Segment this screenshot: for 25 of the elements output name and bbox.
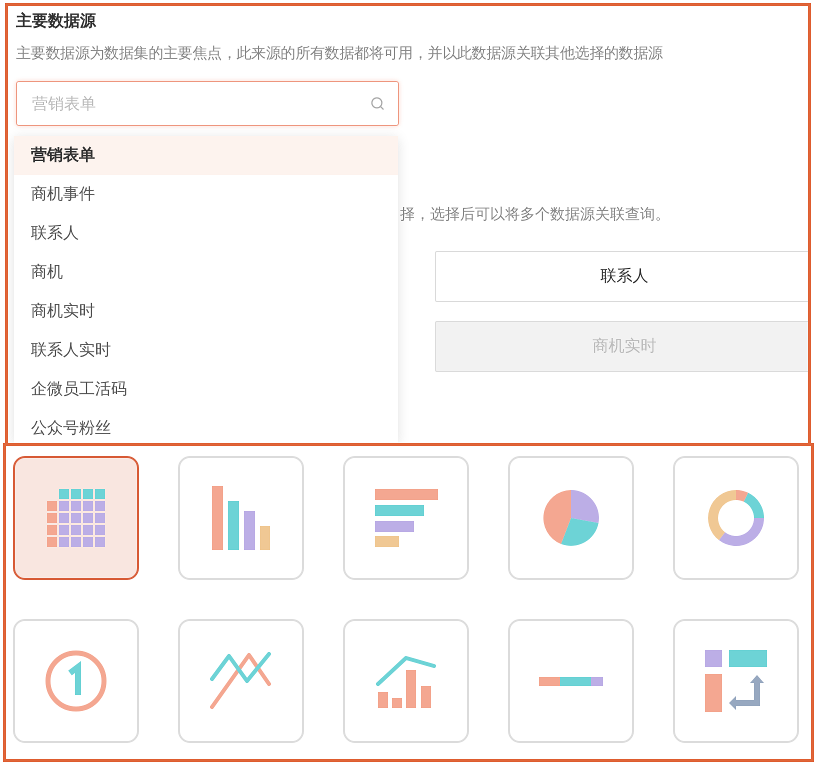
bar-chart-icon bbox=[374, 489, 438, 547]
pivot-table-icon bbox=[705, 650, 767, 712]
dropdown-item[interactable]: 营销表单 bbox=[14, 136, 398, 175]
dropdown-item[interactable]: 商机实时 bbox=[14, 292, 398, 331]
combo-chart-icon bbox=[376, 654, 436, 708]
table-icon bbox=[47, 489, 105, 547]
dropdown-item[interactable]: 商机 bbox=[14, 253, 398, 292]
search-field[interactable]: 营销表单 bbox=[16, 81, 399, 126]
source-option[interactable]: 联系人 bbox=[435, 251, 808, 302]
related-description: 择，选择后可以将多个数据源关联查询。 bbox=[399, 205, 671, 224]
donut-chart-icon bbox=[708, 490, 764, 546]
section-title: 主要数据源 bbox=[16, 10, 98, 32]
number-circle-icon bbox=[45, 650, 107, 712]
dropdown-item[interactable]: 公众号粉丝 bbox=[14, 409, 398, 443]
progress-bar-icon bbox=[539, 676, 603, 686]
pie-chart-icon bbox=[543, 490, 599, 546]
line-chart-icon bbox=[209, 652, 273, 710]
dropdown-item[interactable]: 企微员工活码 bbox=[14, 370, 398, 409]
dropdown-item[interactable]: 联系人实时 bbox=[14, 331, 398, 370]
section-description: 主要数据源为数据集的主要焦点，此来源的所有数据都将可用，并以此数据源关联其他选择的数据源 bbox=[16, 44, 664, 63]
dropdown-item[interactable]: 联系人 bbox=[14, 214, 398, 253]
chart-type-tile[interactable] bbox=[13, 456, 139, 580]
search-icon bbox=[370, 96, 385, 111]
dropdown-item[interactable]: 商机事件 bbox=[14, 175, 398, 214]
column-chart-icon bbox=[212, 486, 270, 550]
